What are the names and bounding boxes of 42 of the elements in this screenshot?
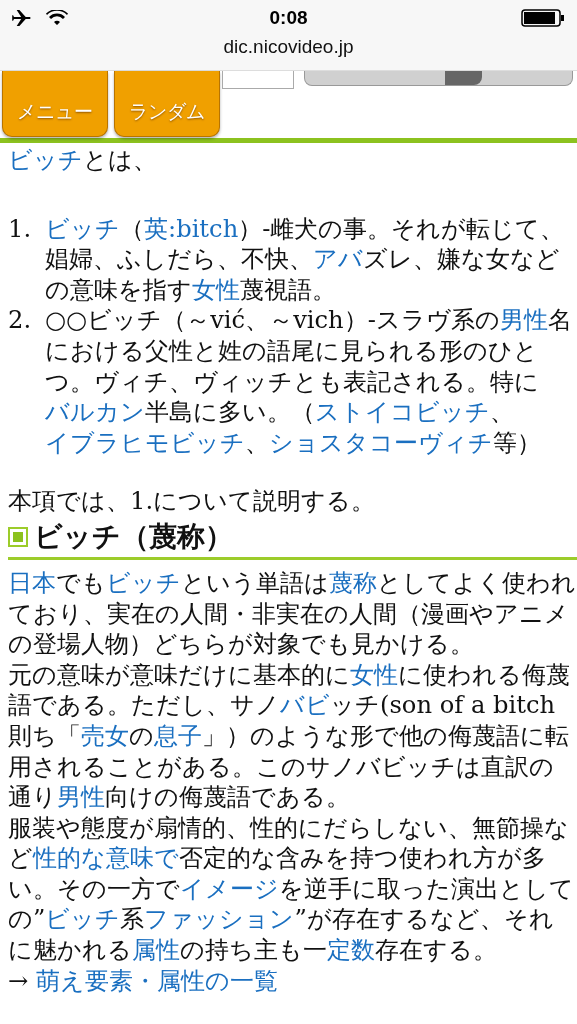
text-link[interactable]: 男性 [499, 306, 548, 335]
text-link[interactable]: 息子 [154, 721, 202, 750]
text-link[interactable]: バビ [280, 691, 330, 720]
search-field[interactable] [222, 71, 294, 89]
text-link[interactable]: ショスタコーヴィチ [269, 428, 493, 457]
text-link[interactable]: 女性 [192, 275, 240, 304]
wifi-icon [46, 10, 68, 26]
paragraph-text: → 萌え要素・属性の一覧 [8, 965, 279, 997]
text-link[interactable]: イブラヒモビッチ [45, 428, 245, 457]
text-link[interactable]: 女性 [350, 660, 398, 689]
status-time: 0:08 [269, 7, 308, 29]
square-bullet-icon [8, 526, 28, 547]
text-link[interactable]: 萌え要素・属性の一覧 [35, 966, 278, 995]
list-number: 2. [8, 305, 33, 337]
paragraph-text: 服装や態度が扇情的、性的にだらしない、無節操など性的な意味で否定的な含みを持つ使われ方が多い。その一方でイメージ を逆手に取った演出としての”ビッチ系ファッション”が存在するなど、それに魅かれる 属性の持ち主も一定数存在する。 [8, 812, 575, 966]
text-link[interactable]: 英:bitch [144, 214, 239, 243]
list-number: 1. [8, 213, 33, 245]
text-link[interactable]: 売女 [81, 721, 129, 750]
text-link[interactable]: 日本 [8, 568, 56, 597]
text-link[interactable]: 属性 [132, 936, 180, 965]
paragraph-text: 元の意味が意味だけに基本的に女性に使われる侮蔑語である。ただし、サノ バビ ッチ(son of a bitch 則ち「売女の息子」）のような形で他の侮蔑語に転用されることがある。このサノバビッチは直訳の通り 男性向けの侮蔑語である。 [8, 659, 571, 813]
note-text: 本項では、1.について説明する。 [8, 486, 377, 517]
text-link[interactable]: ビッチ [8, 146, 83, 174]
text-link[interactable]: バルカン [45, 398, 145, 427]
text-link[interactable]: 性的な意味で [33, 844, 179, 873]
paragraph-text: 日本でも ビッチ という単語は蔑称 としてよく使われており、実在の人間・非実在の人間（漫画やアニメの登場人物）どちらが対象でも見かける。 [8, 567, 577, 660]
section-heading: ビッチ（蔑称） [34, 518, 233, 555]
url-text[interactable]: dic.nicovideo.jp [223, 36, 354, 58]
text-link[interactable]: ビッチ [45, 905, 121, 934]
text-link[interactable]: ストイコビッチ [315, 398, 490, 427]
meaning-text: ビッチ（英:bitch）-雌犬の事。それが転じて、娼婦、ふしだら、不快、アバズレ、嫌な女などの意味を指す女性蔑視語。 [45, 213, 566, 306]
text-link[interactable]: イメージ [180, 874, 279, 903]
text-link[interactable]: アバ [313, 245, 363, 274]
battery-icon [521, 9, 565, 27]
text-link[interactable]: ファッション [144, 905, 295, 934]
text-link[interactable]: 定数 [327, 936, 375, 965]
text-link[interactable]: ビッチ [106, 568, 181, 597]
text-link[interactable]: ビッチ [45, 214, 120, 243]
intro-text: ビッチ とは、 [8, 145, 158, 176]
meaning-text: ○○ビッチ（～vić、～vich）-スラヴ系の男性名における父性と姓の語尾に見られる形のひとつ。ヴィチ、ヴィッチとも表記される。特に バルカン半島に多い。（ストイコビッチ、 イブラヒモビッチ、ショスタコーヴィチ等） [45, 305, 573, 459]
text-link[interactable]: 蔑称 [329, 568, 377, 597]
text-link[interactable]: 男性 [57, 783, 105, 812]
